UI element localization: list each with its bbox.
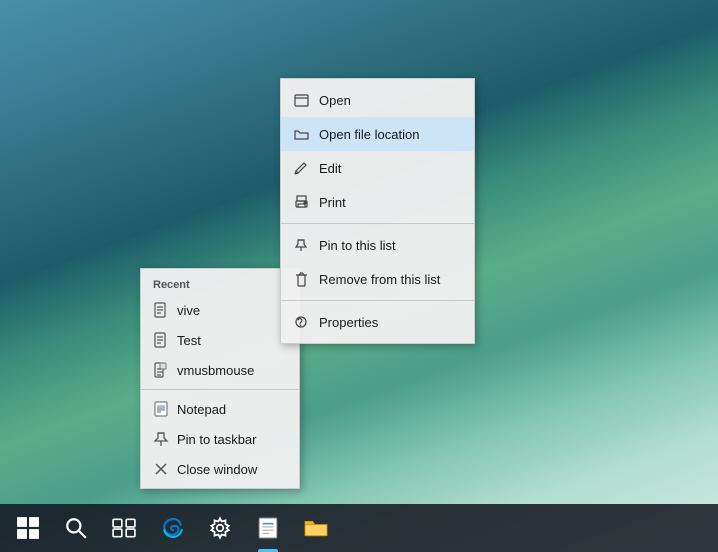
context-menu-separator-2: [281, 300, 474, 301]
context-menu-item-open-file-location[interactable]: Open file location: [281, 117, 474, 151]
start-button[interactable]: [4, 504, 52, 552]
pin-icon: [293, 237, 309, 253]
jump-list-action-notepad[interactable]: Notepad: [141, 394, 299, 424]
context-menu-item-label: Open file location: [319, 127, 419, 142]
context-menu-item-label: Properties: [319, 315, 378, 330]
jump-list: Recent vive Test: [140, 268, 300, 489]
jump-list-action-close-window[interactable]: Close window: [141, 454, 299, 484]
context-menu-item-properties[interactable]: Properties: [281, 305, 474, 339]
context-menu-item-label: Edit: [319, 161, 341, 176]
jump-list-action-label: Notepad: [177, 402, 226, 417]
jump-list-action-label: Close window: [177, 462, 257, 477]
properties-icon: [293, 314, 309, 330]
jump-list-item-label: Test: [177, 333, 201, 348]
jump-list-section-header: Recent: [141, 273, 299, 295]
context-menu-item-label: Pin to this list: [319, 238, 396, 253]
context-menu-item-edit[interactable]: Edit: [281, 151, 474, 185]
pencil-icon: [293, 160, 309, 176]
context-menu-item-pin-to-list[interactable]: Pin to this list: [281, 228, 474, 262]
jump-list-item-label: vmusbmouse: [177, 363, 254, 378]
edge-button[interactable]: [148, 504, 196, 552]
jump-list-item-test[interactable]: Test: [141, 325, 299, 355]
document-icon: [153, 302, 169, 318]
window-icon: [293, 92, 309, 108]
context-menu-item-open[interactable]: Open: [281, 83, 474, 117]
close-window-icon: [153, 461, 169, 477]
context-menu-item-label: Open: [319, 93, 351, 108]
context-menu: Open Open file location Edit: [280, 78, 475, 344]
jump-list-item-vmusbmouse[interactable]: vmusbmouse: [141, 355, 299, 385]
document-icon: [153, 362, 169, 378]
trash-icon: [293, 271, 309, 287]
jump-list-item-vive[interactable]: vive: [141, 295, 299, 325]
notepad-icon: [153, 401, 169, 417]
file-explorer-button[interactable]: [292, 504, 340, 552]
context-menu-item-remove-from-list[interactable]: Remove from this list: [281, 262, 474, 296]
search-button[interactable]: [52, 504, 100, 552]
notepad-taskbar-button[interactable]: [244, 504, 292, 552]
document-icon: [153, 332, 169, 348]
context-menu-item-label: Print: [319, 195, 346, 210]
context-menu-item-label: Remove from this list: [319, 272, 440, 287]
printer-icon: [293, 194, 309, 210]
context-menu-item-print[interactable]: Print: [281, 185, 474, 219]
jump-list-action-label: Pin to taskbar: [177, 432, 257, 447]
settings-button[interactable]: [196, 504, 244, 552]
folder-icon: [293, 126, 309, 142]
task-view-button[interactable]: [100, 504, 148, 552]
jump-list-item-label: vive: [177, 303, 200, 318]
taskbar: [0, 504, 718, 552]
jump-list-action-pin-taskbar[interactable]: Pin to taskbar: [141, 424, 299, 454]
context-menu-separator-1: [281, 223, 474, 224]
pin-taskbar-icon: [153, 431, 169, 447]
jump-list-separator: [141, 389, 299, 390]
